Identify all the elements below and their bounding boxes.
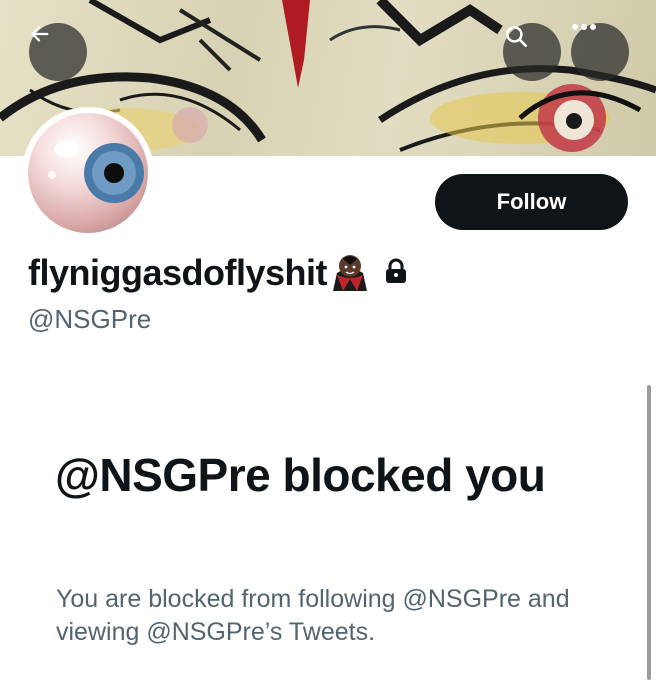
display-name: flyniggasdoflyshit [28,252,328,293]
follow-button[interactable]: Follow [435,174,628,230]
user-handle: @NSGPre [28,304,152,334]
scrollbar[interactable] [647,385,651,680]
profile-avatar[interactable] [22,107,154,239]
display-name-row: flyniggasdoflyshit [28,250,407,296]
back-button[interactable] [29,23,87,81]
search-button[interactable] [503,23,561,81]
blocked-heading: @NSGPre blocked you [55,449,546,501]
more-button[interactable] [571,23,629,81]
vampire-emoji-icon [331,251,369,296]
lock-icon [385,258,407,289]
eyeball-avatar-image [28,113,148,233]
blocked-description: You are blocked from following @NSGPre a… [56,585,570,646]
